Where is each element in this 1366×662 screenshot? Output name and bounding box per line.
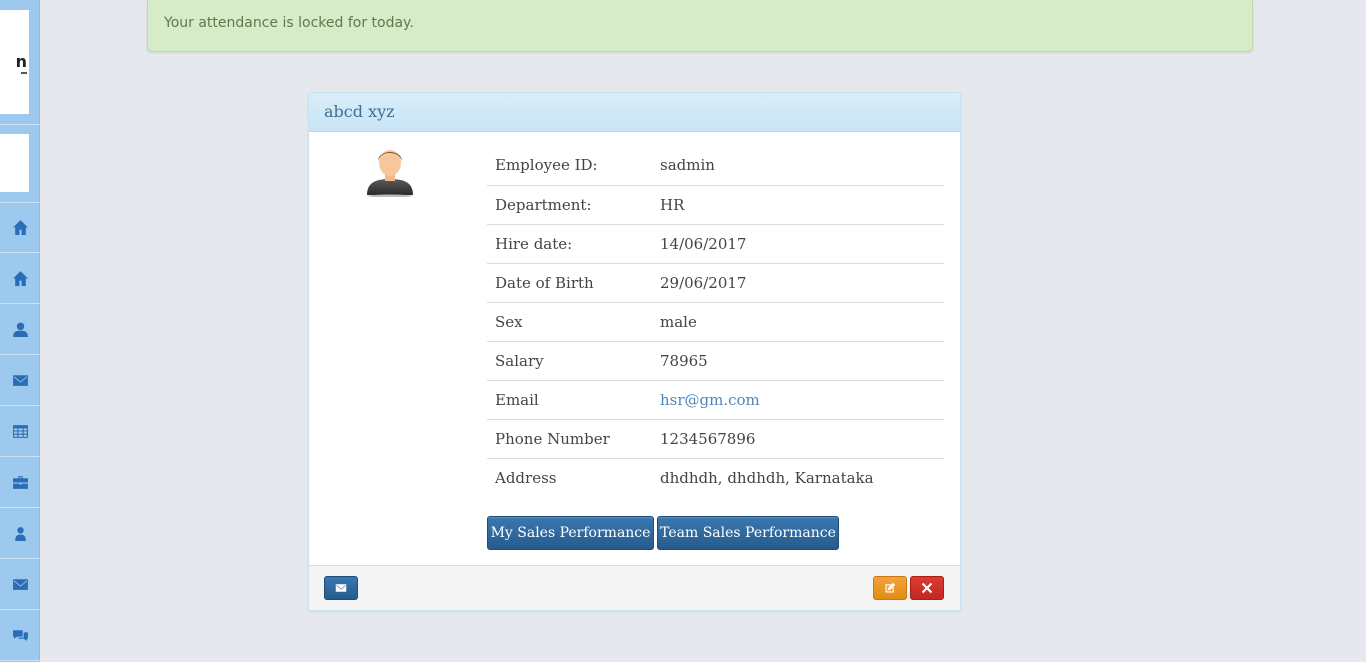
field-value: HR <box>652 184 944 224</box>
envelope-icon <box>335 584 347 592</box>
table-row: Hire date: 14/06/2017 <box>487 223 944 263</box>
field-label: Salary <box>487 340 652 380</box>
email-link[interactable]: hsr@gm.com <box>660 391 760 409</box>
sidebar: n <box>0 0 40 662</box>
sidebar-item-mail[interactable] <box>0 560 40 610</box>
table-row: Date of Birth 29/06/2017 <box>487 262 944 302</box>
table-icon <box>12 425 28 438</box>
sidebar-item-messages[interactable] <box>0 356 40 406</box>
field-label: Hire date: <box>487 223 652 263</box>
sidebar-item-table[interactable] <box>0 407 40 457</box>
edit-button[interactable] <box>873 576 907 600</box>
team-sales-performance-button[interactable]: Team Sales Performance <box>657 516 839 550</box>
table-row: Department: HR <box>487 184 944 224</box>
logo-underline <box>21 72 27 74</box>
sidebar-item-chat[interactable] <box>0 611 40 661</box>
home-icon <box>12 271 28 286</box>
field-value: dhdhdh, dhdhdh, Karnataka <box>652 457 944 497</box>
panel-footer <box>309 565 960 610</box>
edit-icon <box>885 582 896 593</box>
panel-heading: abcd xyz <box>309 93 960 132</box>
attendance-alert: Your attendance is locked for today. <box>147 0 1253 52</box>
user-icon <box>12 322 28 337</box>
field-label: Email <box>487 379 652 419</box>
logo-text: n <box>15 52 27 71</box>
table-row: Sex male <box>487 301 944 341</box>
user-icon <box>14 527 26 541</box>
table-row: Phone Number 1234567896 <box>487 418 944 458</box>
sidebar-item-home-2[interactable] <box>0 254 40 304</box>
table-row: Salary 78965 <box>487 340 944 380</box>
logo[interactable]: n <box>0 10 29 114</box>
sidebar-search-box[interactable] <box>0 134 29 192</box>
briefcase-icon <box>12 476 28 489</box>
envelope-icon <box>12 579 28 590</box>
field-value: 29/06/2017 <box>652 262 944 302</box>
field-value: 78965 <box>652 340 944 380</box>
profile-panel: abcd xyz Employee ID: sadmin Department:… <box>308 92 961 611</box>
field-value: sadmin <box>660 156 715 175</box>
delete-button[interactable] <box>910 576 944 600</box>
avatar-icon <box>367 150 413 197</box>
sidebar-item-profile[interactable] <box>0 305 40 355</box>
alert-message: Your attendance is locked for today. <box>164 15 414 31</box>
close-icon <box>921 582 933 594</box>
table-row: Address dhdhdh, dhdhdh, Karnataka <box>487 457 944 497</box>
field-label: Address <box>487 457 652 497</box>
field-label: Department: <box>487 184 652 224</box>
comments-icon <box>12 630 28 641</box>
send-mail-button[interactable] <box>324 576 358 600</box>
table-row: Employee ID: sadmin <box>487 146 944 185</box>
sidebar-divider <box>0 124 40 125</box>
field-label: Phone Number <box>487 418 652 458</box>
table-row: Email hsr@gm.com <box>487 379 944 419</box>
employee-name: abcd xyz <box>324 102 395 121</box>
field-value: 1234567896 <box>652 418 944 458</box>
field-label: Employee ID: <box>495 156 598 175</box>
field-value-email: hsr@gm.com <box>652 379 944 419</box>
field-value: male <box>652 301 944 341</box>
sidebar-item-users[interactable] <box>0 509 40 559</box>
envelope-icon <box>12 375 28 386</box>
my-sales-performance-button[interactable]: My Sales Performance <box>487 516 654 550</box>
field-label: Sex <box>487 301 652 341</box>
sidebar-item-home[interactable] <box>0 203 40 253</box>
employee-info-table: Employee ID: sadmin Department: HR Hire … <box>487 146 944 497</box>
field-value: 14/06/2017 <box>652 223 944 263</box>
field-label: Date of Birth <box>487 262 652 302</box>
sidebar-item-jobs[interactable] <box>0 458 40 508</box>
home-icon <box>12 220 28 235</box>
